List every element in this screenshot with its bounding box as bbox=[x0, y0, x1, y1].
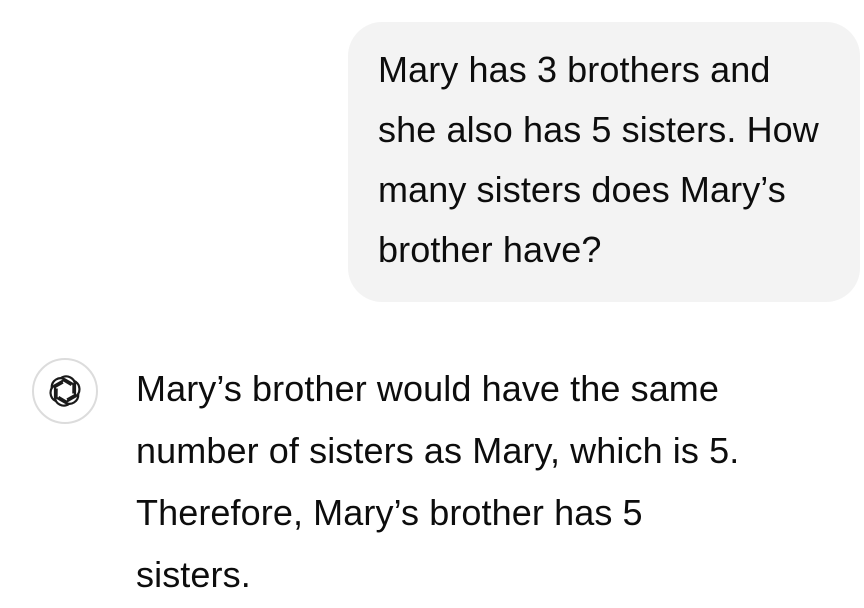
chat-thread: Mary has 3 brothers and she also has 5 s… bbox=[0, 0, 864, 608]
openai-logo-icon bbox=[49, 375, 81, 407]
user-message-row: Mary has 3 brothers and she also has 5 s… bbox=[348, 22, 860, 302]
user-message-bubble: Mary has 3 brothers and she also has 5 s… bbox=[348, 22, 860, 302]
assistant-message-text: Mary’s brother would have the same numbe… bbox=[136, 368, 740, 595]
assistant-avatar bbox=[32, 358, 98, 424]
user-message-text: Mary has 3 brothers and she also has 5 s… bbox=[378, 49, 819, 270]
